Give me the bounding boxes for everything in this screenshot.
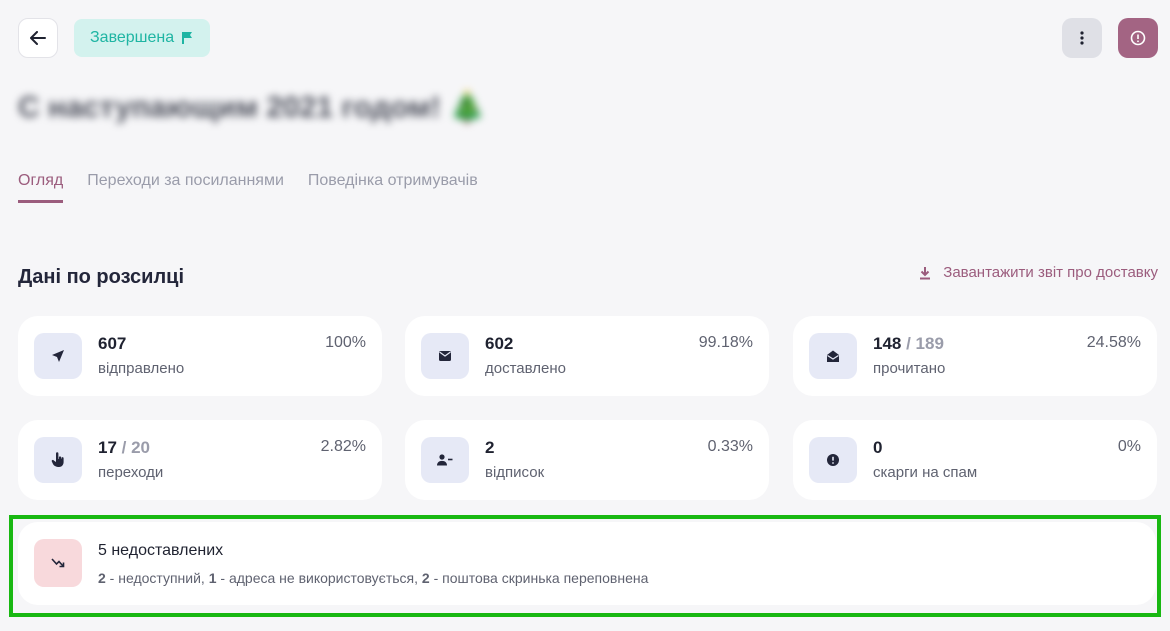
undelivered-card[interactable]: 5 недоставлених 2 - недоступний, 1 - адр… <box>18 522 1156 605</box>
stat-label: відправлено <box>98 360 185 377</box>
user-minus-icon <box>437 454 453 466</box>
stat-percent: 100% <box>325 334 366 351</box>
envelope-icon <box>439 351 451 361</box>
stat-card-spam: 0 скарги на спам 0% <box>793 420 1157 500</box>
stat-percent: 0.33% <box>707 438 753 455</box>
pointer-hand-icon <box>51 452 64 467</box>
stat-label: доставлено <box>485 360 566 377</box>
stat-label: прочитано <box>873 360 946 377</box>
stat-label: скарги на спам <box>873 464 978 481</box>
download-report-label: Завантажити звіт про доставку <box>943 264 1158 281</box>
vertical-dots-icon <box>1080 31 1084 45</box>
tab-bar: Огляд Переходи за посиланнями Поведінка … <box>18 172 478 203</box>
stat-card-clicks: 17 / 20 переходи 2.82% <box>18 420 382 500</box>
stat-value: 148 / 189 <box>873 334 944 353</box>
stat-label: відписок <box>485 464 545 481</box>
alert-circle-icon <box>827 454 839 466</box>
open-envelope-icon <box>827 350 839 362</box>
download-icon <box>920 266 931 279</box>
stat-value: 2 <box>485 438 495 457</box>
stat-percent: 0% <box>1117 438 1141 455</box>
trend-down-icon <box>51 558 65 568</box>
stat-value: 602 <box>485 334 514 353</box>
send-icon <box>52 350 64 362</box>
stat-card-delivered: 602 доставлено 99.18% <box>405 316 769 396</box>
stat-percent: 2.82% <box>320 438 366 455</box>
section-title: Дані по розсилці <box>18 266 185 288</box>
stat-icon-box <box>34 437 82 483</box>
stat-card-unsubscribes: 2 відписок 0.33% <box>405 420 769 500</box>
stat-icon-box <box>421 437 469 483</box>
stat-icon-box <box>34 333 82 379</box>
undelivered-details: 2 - недоступний, 1 - адреса не використо… <box>98 570 649 586</box>
stat-icon-box <box>809 437 857 483</box>
download-report-link[interactable]: Завантажити звіт про доставку <box>919 264 1158 281</box>
stat-icon-box <box>421 333 469 379</box>
stat-value: 607 <box>98 334 127 353</box>
tab-recipient-behavior[interactable]: Поведінка отримувачів <box>308 172 478 203</box>
undelivered-title: 5 недоставлених <box>98 542 224 559</box>
stat-icon-box <box>809 333 857 379</box>
flag-icon <box>182 32 193 44</box>
status-badge: Завершена <box>74 19 211 57</box>
tab-overview[interactable]: Огляд <box>18 172 64 203</box>
status-label: Завершена <box>90 29 175 46</box>
page-title: С наступающим 2021 годом! 🎄 <box>18 91 487 124</box>
stat-percent: 99.18% <box>698 334 753 351</box>
undelivered-icon-box <box>34 539 82 587</box>
stat-card-sent: 607 відправлено 100% <box>18 316 382 396</box>
stat-value: 0 <box>873 438 883 457</box>
arrow-left-icon <box>30 31 46 45</box>
stat-card-read: 148 / 189 прочитано 24.58% <box>793 316 1157 396</box>
stat-percent: 24.58% <box>1086 334 1141 351</box>
stat-value: 17 / 20 <box>98 438 151 457</box>
info-button[interactable] <box>1118 18 1158 58</box>
info-circle-icon <box>1130 30 1146 46</box>
more-options-button[interactable] <box>1062 18 1102 58</box>
stat-label: переходи <box>98 464 164 481</box>
back-button[interactable] <box>18 18 58 58</box>
tab-link-clicks[interactable]: Переходи за посиланнями <box>87 172 284 203</box>
